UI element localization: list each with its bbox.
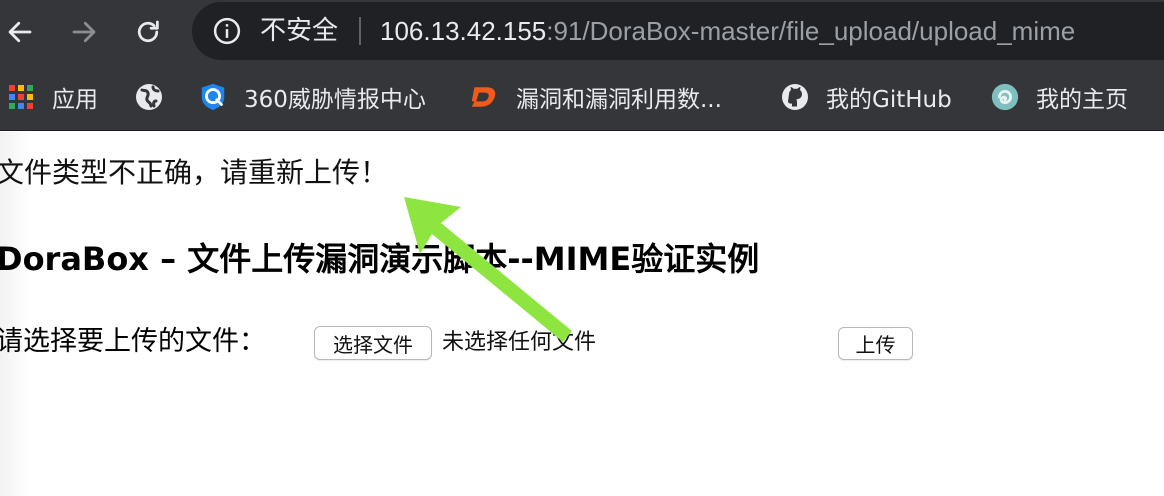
reload-button[interactable] xyxy=(130,14,166,50)
swirl-icon xyxy=(990,82,1020,112)
back-button[interactable] xyxy=(2,14,38,50)
address-bar[interactable]: 不安全 106.13.42.155:91/DoraBox-master/file… xyxy=(192,2,1164,60)
bookmark-360[interactable]: 360威胁情报中心 xyxy=(198,80,426,114)
d-logo-icon xyxy=(470,82,500,112)
error-message: 文件类型不正确，请重新上传！ xyxy=(0,156,389,189)
forward-arrow-icon xyxy=(72,21,96,43)
bookmark-label: 应用 xyxy=(52,87,98,113)
bookmark-globe[interactable] xyxy=(134,80,180,114)
shield-icon xyxy=(198,82,228,112)
url-text[interactable]: 106.13.42.155:91/DoraBox-master/file_upl… xyxy=(380,14,1075,48)
info-icon[interactable] xyxy=(212,16,242,46)
page-heading: DoraBox – 文件上传漏洞演示脚本--MIME验证实例 xyxy=(0,240,760,278)
bookmark-label: 我的GitHub xyxy=(826,87,952,113)
globe-icon xyxy=(134,82,164,112)
bookmark-label: 360威胁情报中心 xyxy=(244,87,426,113)
bookmark-label: 我的主页 xyxy=(1036,87,1128,113)
upload-submit-button[interactable]: 上传 xyxy=(838,327,913,360)
back-arrow-icon xyxy=(8,21,32,43)
forward-button[interactable] xyxy=(66,14,102,50)
bookmarks-bar: 应用 360威胁情报中心 漏洞和漏洞利用数... 我的GitHub 我的主页 xyxy=(0,64,1164,131)
url-host: 106.13.42.155 xyxy=(380,16,547,46)
security-status-label[interactable]: 不安全 xyxy=(260,14,338,48)
bookmark-github[interactable]: 我的GitHub xyxy=(780,80,952,114)
bookmark-apps[interactable]: 应用 xyxy=(6,80,98,114)
url-path: :91/DoraBox-master/file_upload/upload_mi… xyxy=(546,16,1076,46)
omnibox-divider xyxy=(359,17,361,45)
browser-toolbar: 不安全 106.13.42.155:91/DoraBox-master/file… xyxy=(0,0,1164,64)
choose-file-button[interactable]: 选择文件 xyxy=(314,326,432,360)
github-icon xyxy=(780,82,810,112)
bookmark-vuln-db[interactable]: 漏洞和漏洞利用数... xyxy=(470,80,722,114)
page-content: 文件类型不正确，请重新上传！ DoraBox – 文件上传漏洞演示脚本--MIM… xyxy=(0,132,1164,496)
apps-grid-icon xyxy=(6,82,36,112)
no-file-chosen-text: 未选择任何文件 xyxy=(442,330,597,355)
bookmark-homepage[interactable]: 我的主页 xyxy=(990,80,1128,114)
reload-icon xyxy=(137,20,159,43)
upload-form-label: 请选择要上传的文件： xyxy=(0,326,266,357)
bookmark-label: 漏洞和漏洞利用数... xyxy=(516,87,722,113)
